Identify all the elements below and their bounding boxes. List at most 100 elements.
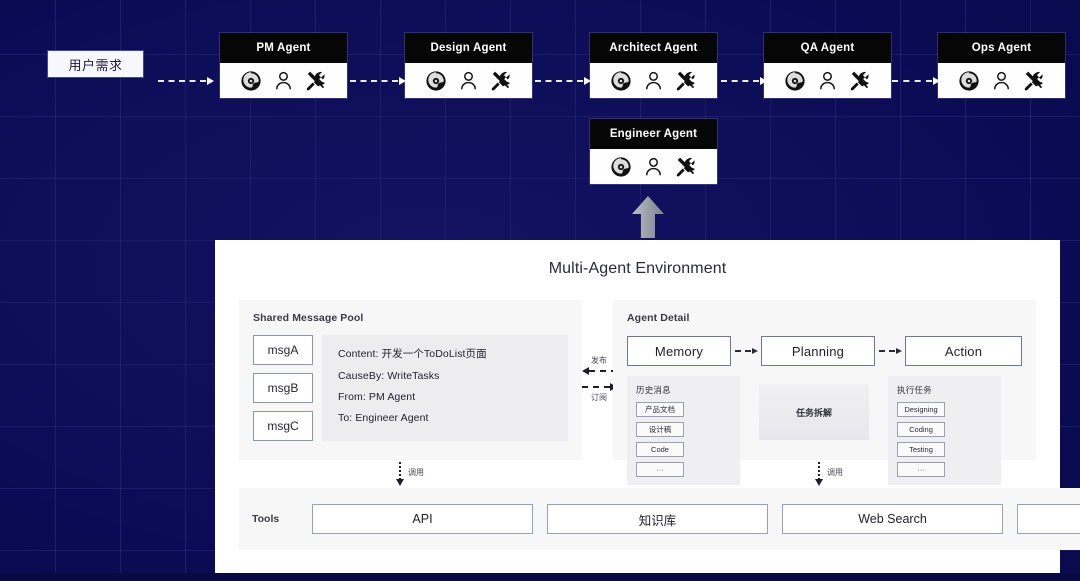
connector-req-to-pm: [158, 76, 214, 86]
panel-title: Multi-Agent Environment: [548, 260, 727, 277]
call-label-right: 调用: [827, 468, 843, 477]
stage-memory[interactable]: Memory: [627, 336, 731, 366]
stage-action[interactable]: Action: [905, 336, 1022, 366]
action-chip-coding[interactable]: Coding: [897, 422, 945, 437]
tool-button-knowledge-base[interactable]: 知识库: [547, 504, 768, 534]
memory-chips: 产品文档 设计稿 Code ···: [636, 402, 732, 477]
person-icon: [645, 71, 662, 89]
tools-icon: [491, 71, 510, 90]
agent-card-icons: [590, 63, 717, 98]
message-item-c[interactable]: msgC: [253, 411, 313, 441]
memory-chip-product-doc[interactable]: 产品文档: [636, 402, 684, 417]
person-icon: [819, 71, 836, 89]
person-icon: [460, 71, 477, 89]
agent-card-icons: [764, 63, 891, 98]
connector-architect-to-qa: [721, 76, 767, 86]
memory-chip-more[interactable]: ···: [636, 462, 684, 477]
agent-card-icons: [938, 63, 1065, 98]
stage-planning[interactable]: Planning: [761, 336, 875, 366]
connector-planning-to-action: [875, 348, 905, 354]
user-request-label: 用户需求: [68, 57, 123, 73]
call-arrow-left: 调用: [395, 462, 424, 486]
agent-stage-row: Memory Planning Action: [627, 336, 1022, 366]
message-detail-causeby: CauseBy: WriteTasks: [338, 370, 440, 382]
tool-button-more[interactable]: ···: [1017, 504, 1080, 534]
arrow-head-icon: [751, 348, 758, 354]
agent-card-engineer[interactable]: Engineer Agent: [590, 119, 717, 184]
message-item-b[interactable]: msgB: [253, 373, 313, 403]
tools-list: API 知识库 Web Search ···: [312, 504, 1080, 534]
message-detail-content: Content: 开发一个ToDoList页面: [338, 348, 487, 360]
agent-card-title: Design Agent: [405, 33, 532, 63]
agent-card-ops[interactable]: Ops Agent: [938, 33, 1065, 98]
brain-icon: [611, 70, 631, 91]
tools-icon: [850, 71, 869, 90]
planning-detail-card: 任务拆解: [759, 384, 869, 440]
connector-pm-to-design: [350, 76, 406, 86]
connector-design-to-architect: [535, 76, 591, 86]
agent-card-title: QA Agent: [764, 33, 891, 63]
tools-section: Tools API 知识库 Web Search ···: [239, 488, 1080, 550]
dashed-line: [734, 350, 751, 352]
agent-card-icons: [220, 63, 347, 98]
agent-card-title: Ops Agent: [938, 33, 1065, 63]
message-detail: Content: 开发一个ToDoList页面 CauseBy: WriteTa…: [322, 335, 568, 441]
memory-chip-code[interactable]: Code: [636, 442, 684, 457]
shared-message-pool-body: msgA msgB msgC Content: 开发一个ToDoList页面 C…: [253, 335, 568, 441]
call-label-left: 调用: [408, 468, 424, 477]
memory-card-title: 历史消息: [636, 385, 671, 395]
tool-button-web-search[interactable]: Web Search: [782, 504, 1003, 534]
action-detail-card: 执行任务 Designing Coding Testing ···: [888, 376, 1001, 485]
agent-card-title: Engineer Agent: [590, 119, 717, 149]
up-arrow-icon: [632, 196, 664, 238]
planning-detail-wrap: 任务拆解: [740, 376, 888, 440]
action-chip-testing[interactable]: Testing: [897, 442, 945, 457]
tools-icon: [676, 71, 695, 90]
message-detail-to: To: Engineer Agent: [338, 412, 429, 424]
connector-dashes: [350, 80, 398, 82]
agent-card-architect[interactable]: Architect Agent: [590, 33, 717, 98]
shared-message-pool: Shared Message Pool msgA msgB msgC Conte…: [239, 300, 582, 460]
person-icon: [275, 71, 292, 89]
agent-card-qa[interactable]: QA Agent: [764, 33, 891, 98]
agent-detail-section: Agent Detail Memory Planning Action 历史消息…: [613, 300, 1036, 485]
person-icon: [645, 157, 662, 175]
arrow-head-down-icon: [395, 479, 404, 486]
brain-icon: [785, 70, 805, 91]
action-chips: Designing Coding Testing ···: [897, 402, 993, 477]
dashed-line: [581, 386, 610, 388]
arrow-head-down-icon: [814, 479, 823, 486]
person-icon: [993, 71, 1010, 89]
brain-icon: [426, 70, 446, 91]
memory-chip-design-draft[interactable]: 设计稿: [636, 422, 684, 437]
diagram-canvas: 用户需求 PM Agent Design Agent Architect Age…: [0, 0, 1080, 581]
action-card-title: 执行任务: [897, 385, 932, 395]
user-request-box: 用户需求: [47, 50, 144, 78]
agent-card-design[interactable]: Design Agent: [405, 33, 532, 98]
arrow-head-icon: [895, 348, 902, 354]
action-chip-designing[interactable]: Designing: [897, 402, 945, 417]
dotted-line: [399, 462, 401, 480]
connector-qa-to-ops: [892, 76, 940, 86]
brain-icon: [611, 156, 631, 177]
message-item-a[interactable]: msgA: [253, 335, 313, 365]
agent-card-title: PM Agent: [220, 33, 347, 63]
tools-label: Tools: [252, 513, 280, 525]
arrow-head-left-icon: [581, 367, 589, 375]
tools-icon: [306, 71, 325, 90]
connector-dashes: [721, 80, 759, 82]
brain-icon: [959, 70, 979, 91]
tool-button-api[interactable]: API: [312, 504, 533, 534]
agent-card-title: Architect Agent: [590, 33, 717, 63]
action-chip-more[interactable]: ···: [897, 462, 945, 477]
bottom-strip: [0, 573, 1080, 581]
arrow-head-icon: [207, 77, 214, 85]
brain-icon: [241, 70, 261, 91]
tools-icon: [676, 157, 695, 176]
memory-detail-card: 历史消息 产品文档 设计稿 Code ···: [627, 376, 740, 485]
shared-message-pool-label: Shared Message Pool: [253, 312, 364, 324]
agent-card-icons: [590, 149, 717, 184]
connector-dashes: [892, 80, 932, 82]
agent-card-pm[interactable]: PM Agent: [220, 33, 347, 98]
dotted-line: [818, 462, 820, 480]
